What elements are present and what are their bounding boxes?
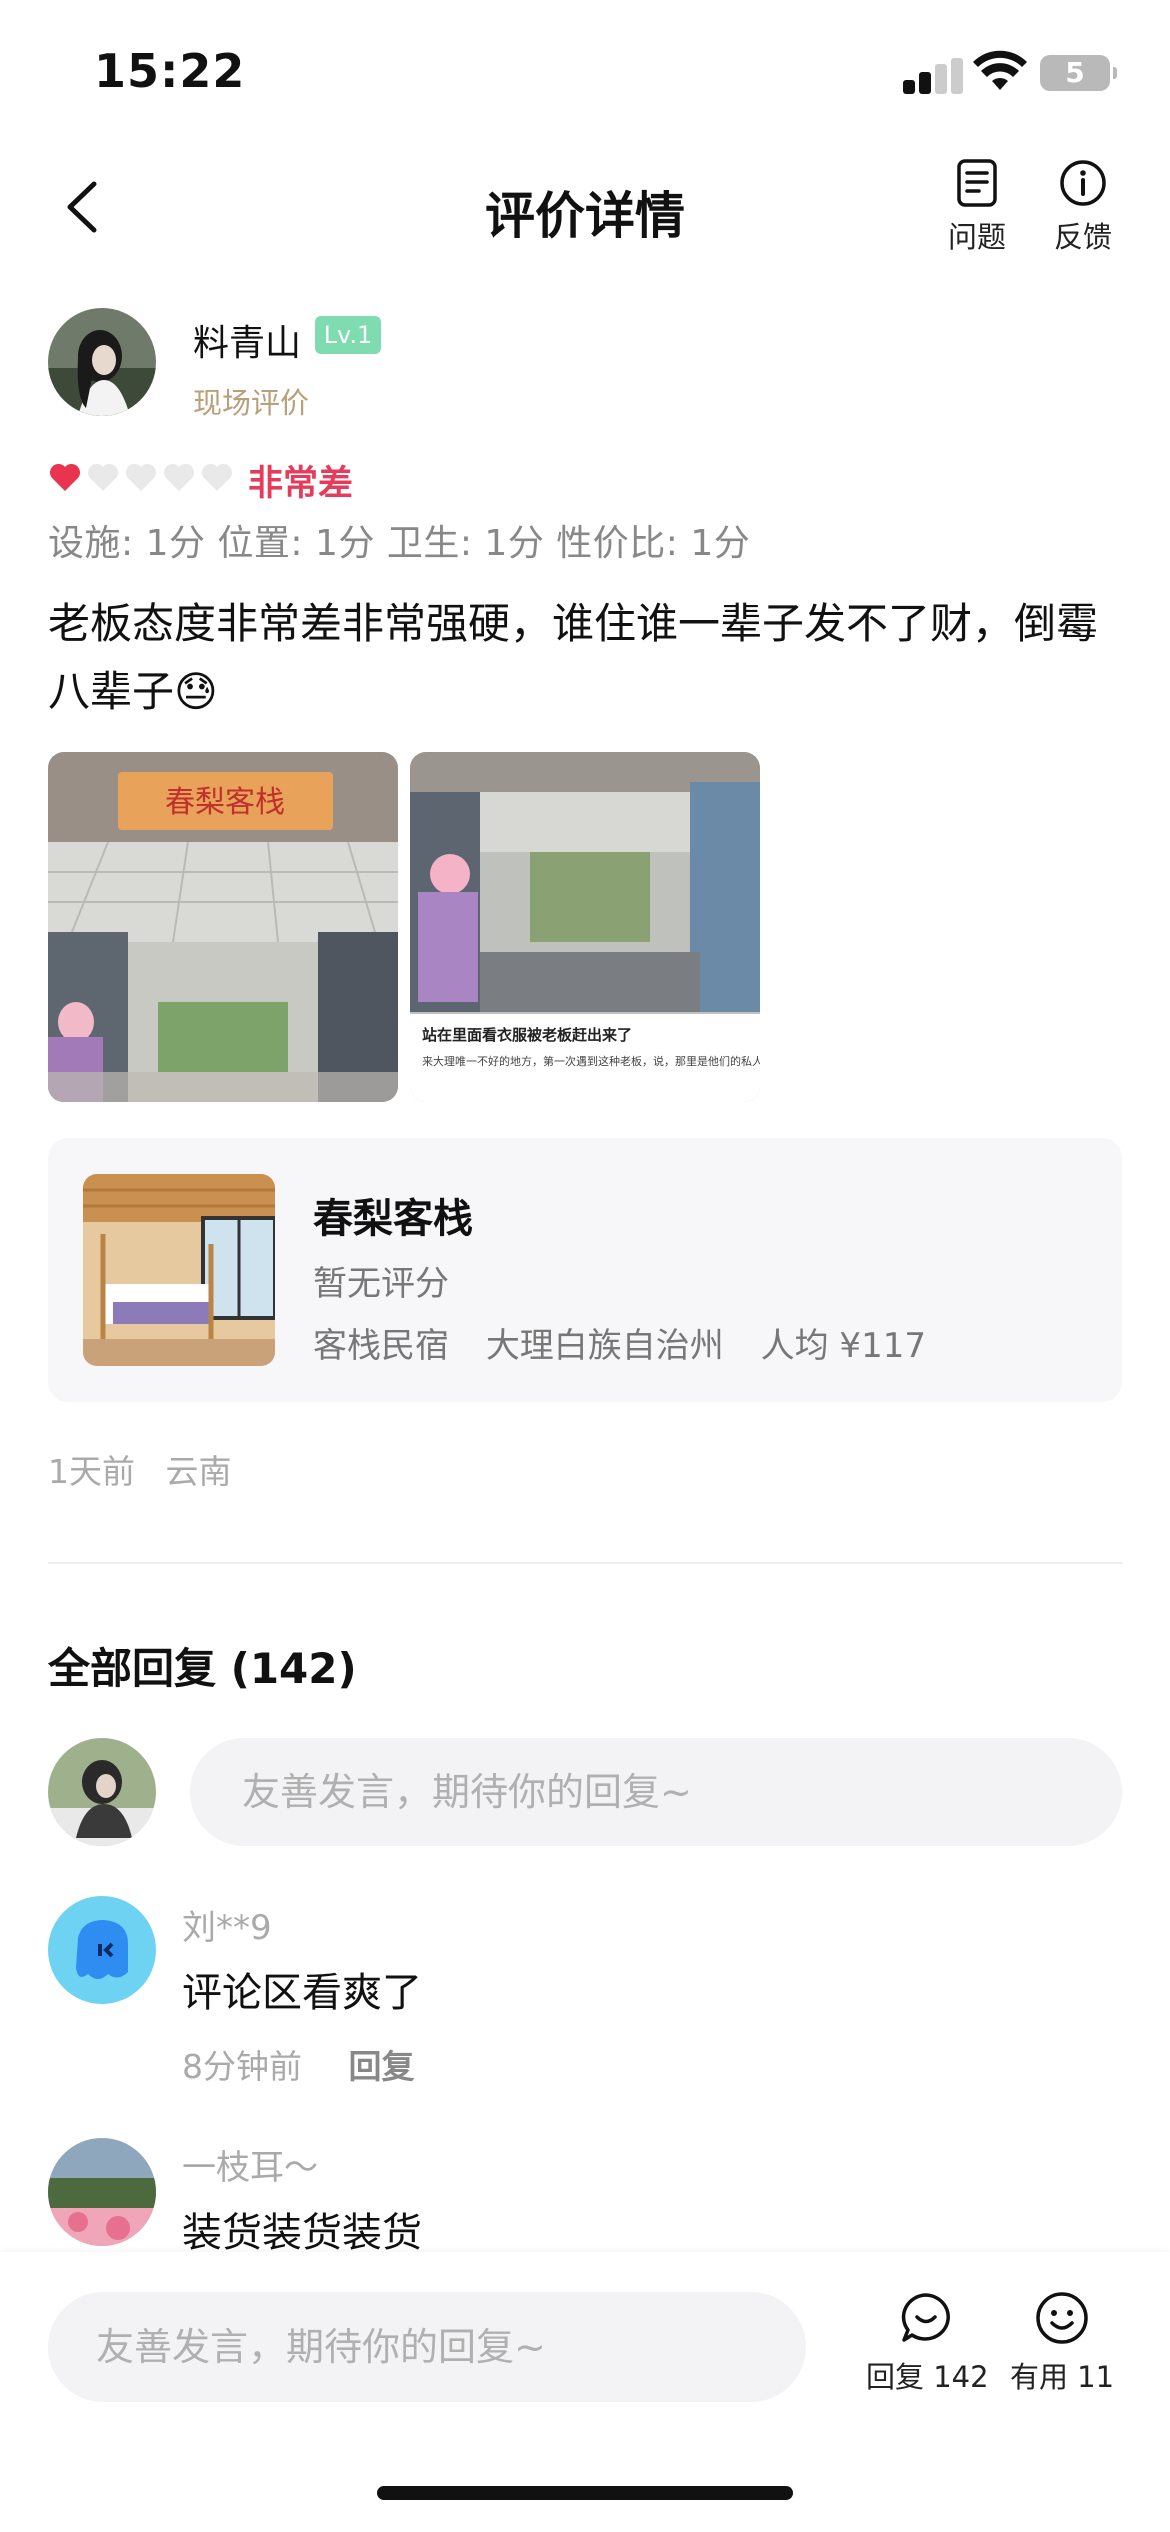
info-icon	[1060, 160, 1106, 206]
reply-input[interactable]: 友善发言，期待你的回复~	[190, 1738, 1122, 1846]
photo-sign-text: 春梨客栈	[165, 785, 285, 820]
review-location: 云南	[165, 1452, 232, 1491]
battery-icon: 5	[1040, 55, 1117, 91]
hotel-name: 春梨客栈	[313, 1196, 473, 1242]
comment-time: 8分钟前	[182, 2047, 302, 2086]
hotel-thumbnail	[83, 1174, 275, 1366]
comment-reply-button[interactable]: 回复	[349, 2047, 415, 2086]
comment-meta: 8分钟前 回复	[182, 2040, 415, 2088]
hotel-rating: 暂无评分	[313, 1264, 449, 1304]
heart-empty-icon	[163, 463, 195, 491]
review-photo[interactable]: 站在里面看衣服被老板赶出来了 来大理唯一不好的地方，第一次遇到这种老板，说，那里…	[410, 752, 760, 1102]
reply-count-label: 回复 142	[866, 2360, 989, 2394]
question-label: 问题	[947, 220, 1006, 254]
reply-count-button[interactable]: 回复 142	[866, 2290, 989, 2396]
status-bar: 15:22 5	[0, 0, 1170, 140]
question-button[interactable]: 问题	[932, 158, 1022, 256]
hotel-category: 客栈民宿	[313, 1326, 449, 1366]
commenter-name[interactable]: 刘**9	[182, 1900, 272, 1949]
avatar[interactable]	[48, 2138, 156, 2246]
comment-bubble-icon	[901, 2293, 950, 2342]
status-time: 15:22	[94, 44, 246, 98]
rating-text: 非常差	[248, 464, 354, 504]
review-time: 1天前	[48, 1452, 135, 1491]
photo-caption-title: 站在里面看衣服被老板赶出来了	[422, 1026, 632, 1044]
avatar[interactable]	[48, 1896, 156, 2004]
avatar[interactable]	[48, 308, 156, 416]
replies-title: 全部回复 (142)	[48, 1644, 357, 1693]
review-time-location: 1天前 云南	[48, 1445, 252, 1493]
avatar	[48, 1738, 156, 1846]
heart-empty-icon	[201, 463, 233, 491]
reviewer-name[interactable]: 料青山	[193, 314, 301, 366]
reviewer-info: 料青山 Lv.1 现场评价	[48, 308, 1122, 428]
heart-empty-icon	[125, 463, 157, 491]
rating-row: 非常差	[48, 455, 848, 504]
level-badge: Lv.1	[315, 316, 381, 354]
document-icon	[957, 159, 997, 207]
hotel-meta: 客栈民宿 大理白族自治州 人均 ¥117	[313, 1318, 952, 1367]
review-text: 老板态度非常差非常强硬，谁住谁一辈子发不了财，倒霉八辈子😓	[48, 599, 1099, 716]
sub-scores: 设施: 1分 位置: 1分 卫生: 1分 性价比: 1分	[48, 523, 751, 564]
nav-header: 评价详情 问题 反馈	[0, 150, 1170, 280]
comment-text: 装货装货装货	[182, 2210, 422, 2256]
wifi-icon	[973, 50, 1027, 90]
hotel-area: 大理白族自治州	[485, 1326, 724, 1366]
feedback-button[interactable]: 反馈	[1038, 158, 1128, 256]
smiley-icon	[1036, 2292, 1088, 2344]
useful-button[interactable]: 有用 11	[1008, 2290, 1116, 2396]
bottom-reply-input[interactable]: 友善发言，期待你的回复~	[48, 2292, 806, 2402]
cellular-signal-icon	[903, 58, 963, 94]
review-type-label: 现场评价	[193, 386, 310, 420]
heart-empty-icon	[87, 463, 119, 491]
feedback-label: 反馈	[1053, 220, 1112, 254]
photo-caption-body: 来大理唯一不好的地方，第一次遇到这种老板，说，那里是他们的私人区域，不可以站在那…	[422, 1054, 760, 1068]
heart-filled-icon	[49, 463, 81, 491]
commenter-name[interactable]: 一枝耳～	[182, 2140, 318, 2189]
hotel-card[interactable]: 春梨客栈 暂无评分 客栈民宿 大理白族自治州 人均 ¥117	[48, 1138, 1122, 1402]
hotel-price: 人均 ¥117	[760, 1326, 926, 1366]
comment-text: 评论区看爽了	[182, 1970, 422, 2016]
home-indicator	[377, 2486, 793, 2500]
useful-label: 有用 11	[1009, 2360, 1115, 2394]
review-photo[interactable]: 春梨客栈	[48, 752, 398, 1102]
divider	[48, 1562, 1122, 1564]
